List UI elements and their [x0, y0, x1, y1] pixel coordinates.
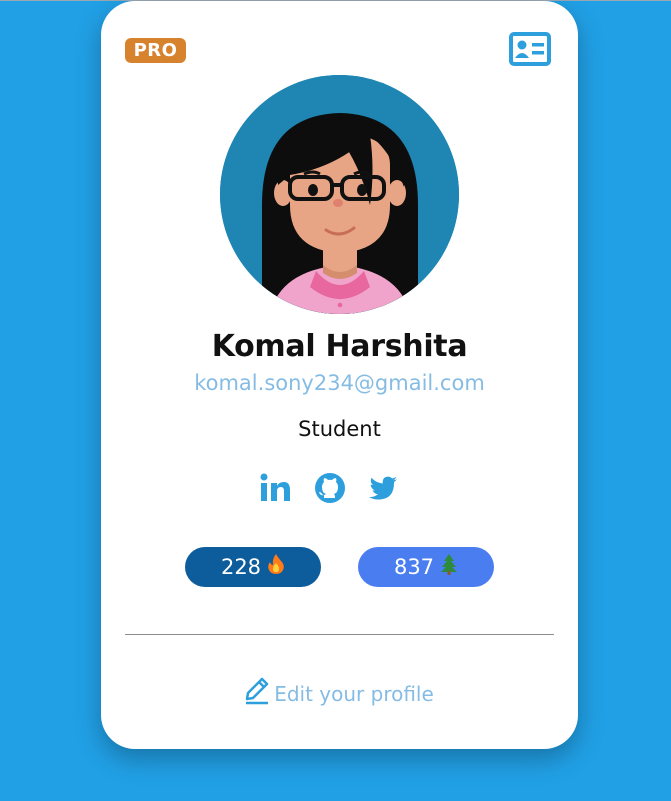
github-icon[interactable] — [314, 472, 346, 504]
social-links — [101, 469, 578, 505]
flame-count: 228 — [220, 555, 262, 579]
tree-stat-pill: 837 — [358, 547, 494, 587]
linkedin-icon[interactable] — [259, 472, 291, 504]
flame-icon — [267, 548, 285, 588]
profile-email[interactable]: komal.sony234@gmail.com — [101, 371, 578, 395]
avatar — [220, 75, 459, 314]
divider — [125, 634, 554, 635]
id-card-icon[interactable] — [509, 32, 551, 66]
profile-card: PRO Komal Harshita komal.sony234@gmail.c… — [101, 1, 578, 749]
tree-icon — [440, 548, 458, 588]
edit-profile-label: Edit your profile — [274, 682, 434, 706]
edit-profile-link[interactable]: Edit your profile — [101, 677, 578, 706]
pencil-icon — [245, 677, 269, 705]
profile-role: Student — [298, 417, 381, 441]
pro-badge: PRO — [125, 38, 186, 63]
twitter-icon[interactable] — [367, 472, 399, 504]
tree-count: 837 — [393, 555, 435, 579]
flame-stat-pill: 228 — [185, 547, 321, 587]
profile-name: Komal Harshita — [211, 329, 468, 364]
